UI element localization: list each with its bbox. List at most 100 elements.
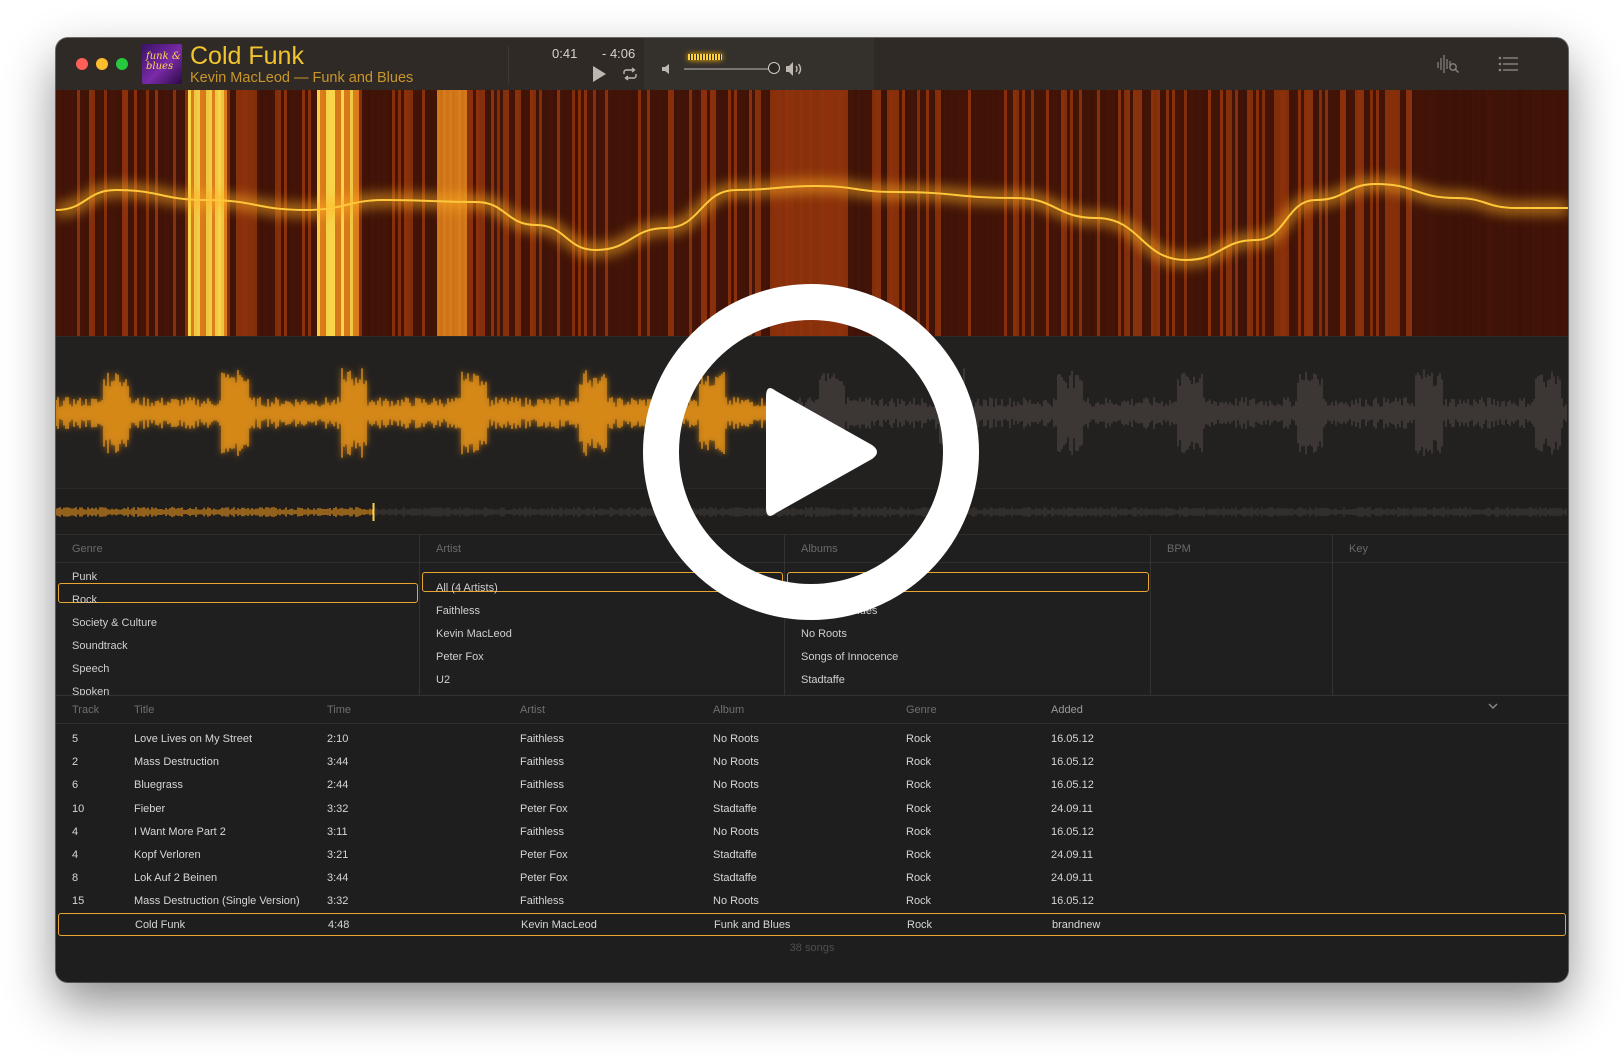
spectrum-bar [401, 90, 404, 336]
spectrum-bar [1343, 90, 1346, 336]
spectrum-bar [464, 90, 467, 336]
repeat-icon[interactable] [622, 67, 638, 81]
artist-item[interactable]: Faithless [436, 605, 480, 617]
minimize-button[interactable] [96, 58, 108, 70]
spectrum-bar [1187, 90, 1190, 336]
key-header[interactable]: Key [1349, 543, 1368, 555]
bpm-column[interactable]: BPM [1151, 535, 1333, 696]
track-time: 3:44 [327, 872, 349, 885]
column-header-title[interactable]: Title [134, 704, 154, 716]
spectrum-bar [1214, 90, 1217, 336]
close-button[interactable] [76, 58, 88, 70]
volume-low-icon[interactable] [660, 62, 674, 76]
spectrum-bar [1361, 90, 1364, 336]
spectrum-bar [170, 90, 173, 336]
table-row[interactable]: 6 Bluegrass 2:44 Faithless No Roots Rock 16.05… [56, 774, 1568, 797]
genre-item[interactable]: Speech [72, 663, 109, 675]
header-divider [56, 723, 1568, 724]
remaining-time[interactable]: - 4:06 [602, 46, 635, 61]
spectrum-bar [581, 90, 584, 336]
spectrum-bar [989, 90, 992, 336]
spectrum-bar [1238, 90, 1241, 336]
spectrum-bar [1190, 90, 1193, 336]
column-header-artist[interactable]: Artist [520, 704, 545, 716]
column-header-added[interactable]: Added [1051, 704, 1083, 716]
spectrum-bar [1487, 90, 1490, 336]
spectrum-bar [155, 90, 158, 336]
artist-item[interactable]: Kevin MacLeod [436, 628, 512, 640]
list-icon[interactable] [1498, 56, 1518, 72]
spectrum-bar [1271, 90, 1274, 336]
column-header-genre[interactable]: Genre [906, 704, 937, 716]
header-divider [1151, 562, 1332, 563]
track-time: 3:21 [327, 849, 349, 861]
track-title: Love Lives on My Street [134, 733, 253, 745]
spectrum-bar [443, 90, 446, 336]
genre-item[interactable]: Soundtrack [72, 640, 128, 652]
spectrum-bar [218, 90, 221, 336]
track-added: 24.09.11 [1051, 849, 1094, 861]
spectrum-bar [152, 90, 155, 336]
spectrum-bar [1268, 90, 1271, 336]
genre-header[interactable]: Genre [72, 543, 103, 555]
volume-slider-knob[interactable] [768, 62, 780, 74]
spectrum-bar [1445, 90, 1448, 336]
artist-item-selected[interactable]: All (4 Artists) [436, 582, 498, 594]
key-column[interactable]: Key [1333, 535, 1568, 696]
chevron-down-icon[interactable] [1488, 702, 1498, 710]
play-icon[interactable] [590, 65, 608, 83]
track-album: No Roots [713, 825, 759, 838]
table-row[interactable]: 10 Fieber 3:32 Peter Fox Stadtaffe Rock 24.09.… [56, 798, 1568, 821]
album-item[interactable]: Songs of Innocence [801, 651, 898, 663]
table-row[interactable]: 8 Lok Auf 2 Beinen 3:44 Peter Fox Stadtaffe R… [56, 867, 1568, 890]
album-item[interactable]: No Roots [801, 628, 847, 640]
spectrum-bar [605, 90, 608, 336]
visualizer-search-icon[interactable] [1436, 54, 1460, 74]
spectrum-bar [428, 90, 431, 336]
table-row[interactable]: 4 Kopf Verloren 3:21 Peter Fox Stadtaffe Rock… [56, 844, 1568, 867]
spectrum-bar [359, 90, 362, 336]
spectrum-bar [629, 90, 632, 336]
spectrum-bar [1325, 90, 1328, 336]
column-header-track[interactable]: Track [72, 704, 99, 716]
spectrum-bar [527, 90, 530, 336]
album-item[interactable]: Stadtaffe [801, 674, 845, 686]
bpm-header[interactable]: BPM [1167, 543, 1191, 555]
column-header-album[interactable]: Album [713, 704, 744, 716]
title-bar: funk & blues Cold Funk Kevin MacLeod — F… [56, 38, 1568, 90]
spectrum-bar [1175, 90, 1178, 336]
spectrum-bar [410, 90, 413, 336]
spectrum-bar [248, 90, 251, 336]
column-header-time[interactable]: Time [327, 704, 351, 716]
track-album: No Roots [713, 756, 759, 769]
elapsed-time: 0:41 [552, 46, 578, 61]
genre-item[interactable]: Punk [72, 571, 97, 583]
table-row[interactable]: 2 Mass Destruction 3:44 Faithless No Roots Ro… [56, 751, 1568, 774]
album-art[interactable]: funk & blues [142, 44, 182, 84]
artist-header[interactable]: Artist [436, 543, 461, 555]
track-time: 3:11 [327, 825, 348, 838]
spectrum-bar [1409, 90, 1412, 336]
genre-item[interactable]: Society & Culture [72, 617, 157, 629]
volume-high-icon[interactable] [784, 60, 804, 78]
spectrum-bar [1205, 90, 1208, 336]
volume-slider-track[interactable] [684, 68, 770, 70]
zoom-button[interactable] [116, 58, 128, 70]
table-row-selected[interactable]: Cold Funk 4:48 Kevin MacLeod Funk and Blues… [58, 912, 1566, 936]
play-circle-icon[interactable] [638, 279, 984, 625]
table-row[interactable]: 4 I Want More Part 2 3:11 Faithless No Roots… [56, 821, 1568, 844]
spectrum-bar [1412, 90, 1415, 336]
artist-item[interactable]: U2 [436, 674, 450, 686]
spectrum-bar [449, 90, 452, 336]
table-row[interactable]: 15 Mass Destruction (Single Version) 3:32 F… [56, 890, 1568, 913]
genre-item-selected[interactable]: Rock [72, 594, 97, 606]
track-genre: Rock [906, 733, 932, 745]
genre-selection [58, 583, 418, 603]
track-album: Stadtaffe [713, 802, 757, 815]
spectrum-bar [1022, 90, 1025, 336]
table-row[interactable]: 5 Love Lives on My Street 2:10 Faithless No … [56, 728, 1568, 751]
artist-item[interactable]: Peter Fox [436, 651, 484, 663]
spectrum-bar [1472, 90, 1475, 336]
spectrum-bar [470, 90, 473, 336]
genre-column[interactable]: Genre Punk Rock Society & Culture Soundt… [56, 535, 420, 698]
